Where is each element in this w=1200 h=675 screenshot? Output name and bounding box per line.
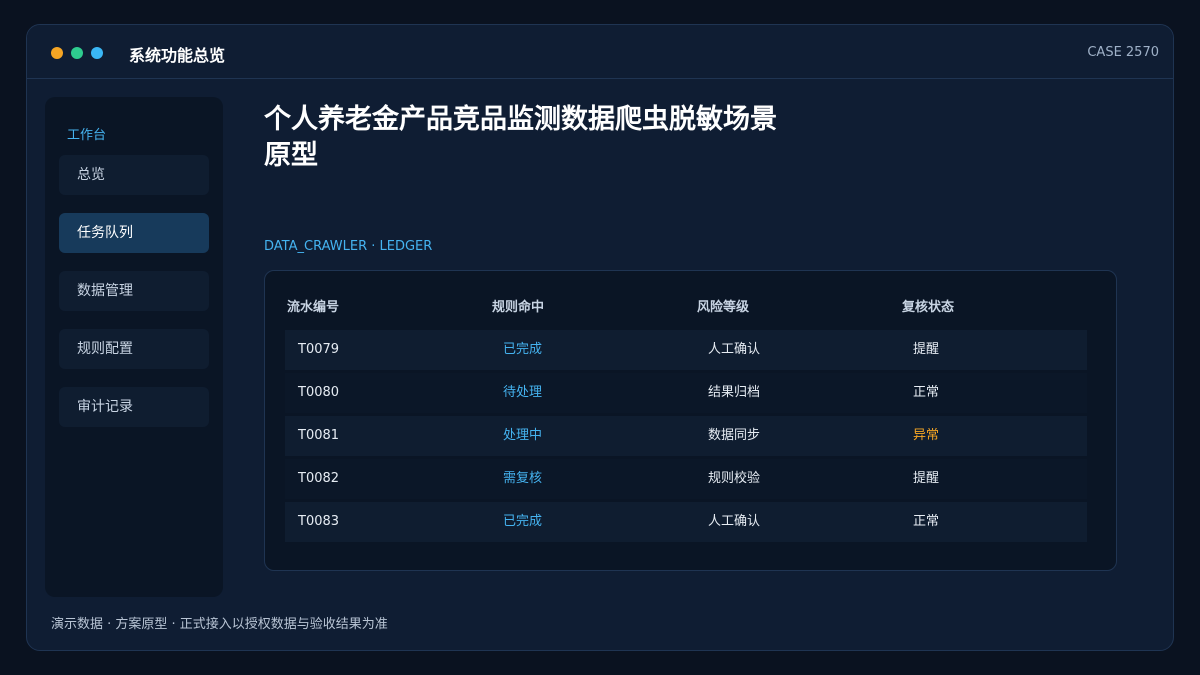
close-window-dot[interactable]: [51, 47, 63, 59]
cell-rule-hit: 已完成: [503, 342, 543, 357]
table-row[interactable]: T0079 已完成 人工确认 提醒: [285, 330, 1087, 370]
table-row[interactable]: T0082 需复核 规则校验 提醒: [285, 459, 1087, 499]
cell-review-status: 提醒: [913, 342, 940, 357]
column-header-risk-level[interactable]: 风险等级: [697, 296, 749, 315]
cell-rule-hit: 待处理: [503, 385, 543, 400]
cell-risk-level: 结果归档: [708, 385, 761, 400]
cell-serial: T0082: [298, 471, 340, 486]
sidebar-section-label: 工作台: [67, 128, 107, 143]
cell-serial: T0081: [298, 428, 340, 443]
sidebar-item-data-management[interactable]: 数据管理: [59, 271, 209, 311]
table-row[interactable]: T0080 待处理 结果归档 正常: [285, 373, 1087, 413]
page-title: 个人养老金产品竞品监测数据爬虫脱敏场景原型: [264, 104, 777, 171]
cell-review-status: 正常: [913, 385, 940, 400]
column-header-serial[interactable]: 流水编号: [287, 296, 339, 315]
sidebar-item-audit-log[interactable]: 审计记录: [59, 387, 209, 427]
maximize-window-dot[interactable]: [91, 47, 103, 59]
cell-serial: T0083: [298, 514, 340, 529]
sidebar-item-overview[interactable]: 总览: [59, 155, 209, 195]
ledger-label: DATA_CRAWLER · LEDGER: [264, 239, 433, 254]
sidebar-item-label: 规则配置: [77, 341, 133, 357]
cell-risk-level: 人工确认: [708, 514, 761, 529]
column-header-review-status[interactable]: 复核状态: [902, 296, 954, 315]
table-row[interactable]: T0081 处理中 数据同步 异常: [285, 416, 1087, 456]
table-row[interactable]: T0083 已完成 人工确认 正常: [285, 502, 1087, 542]
cell-serial: T0079: [298, 342, 340, 357]
sidebar-item-rule-config[interactable]: 规则配置: [59, 329, 209, 369]
cell-review-status: 异常: [913, 428, 940, 443]
title-bar: 系统功能总览 CASE 2570: [27, 25, 1173, 79]
sidebar-item-label: 数据管理: [77, 283, 133, 299]
cell-rule-hit: 需复核: [503, 471, 543, 486]
cell-review-status: 提醒: [913, 471, 940, 486]
cell-risk-level: 人工确认: [708, 342, 761, 357]
cell-risk-level: 规则校验: [708, 471, 761, 486]
sidebar: 工作台 总览 任务队列 数据管理 规则配置 审计记录: [45, 97, 223, 597]
cell-rule-hit: 处理中: [503, 428, 543, 443]
cell-review-status: 正常: [913, 514, 940, 529]
cell-risk-level: 数据同步: [708, 428, 761, 443]
minimize-window-dot[interactable]: [71, 47, 83, 59]
case-id-label: CASE 2570: [1087, 45, 1159, 60]
ledger-table: 流水编号 规则命中 风险等级 复核状态 T0079 已完成 人工确认 提醒 T0…: [264, 270, 1117, 571]
sidebar-item-label: 审计记录: [77, 399, 133, 415]
window-title: 系统功能总览: [129, 46, 226, 65]
sidebar-item-label: 总览: [77, 167, 105, 183]
footer-note: 演示数据 · 方案原型 · 正式接入以授权数据与验收结果为准: [51, 617, 388, 632]
app-window: 系统功能总览 CASE 2570 工作台 总览 任务队列 数据管理 规则配置 审…: [26, 24, 1174, 651]
sidebar-item-task-queue[interactable]: 任务队列: [59, 213, 209, 253]
sidebar-item-label: 任务队列: [77, 225, 133, 241]
cell-serial: T0080: [298, 385, 340, 400]
cell-rule-hit: 已完成: [503, 514, 543, 529]
column-header-rule-hit[interactable]: 规则命中: [492, 296, 544, 315]
